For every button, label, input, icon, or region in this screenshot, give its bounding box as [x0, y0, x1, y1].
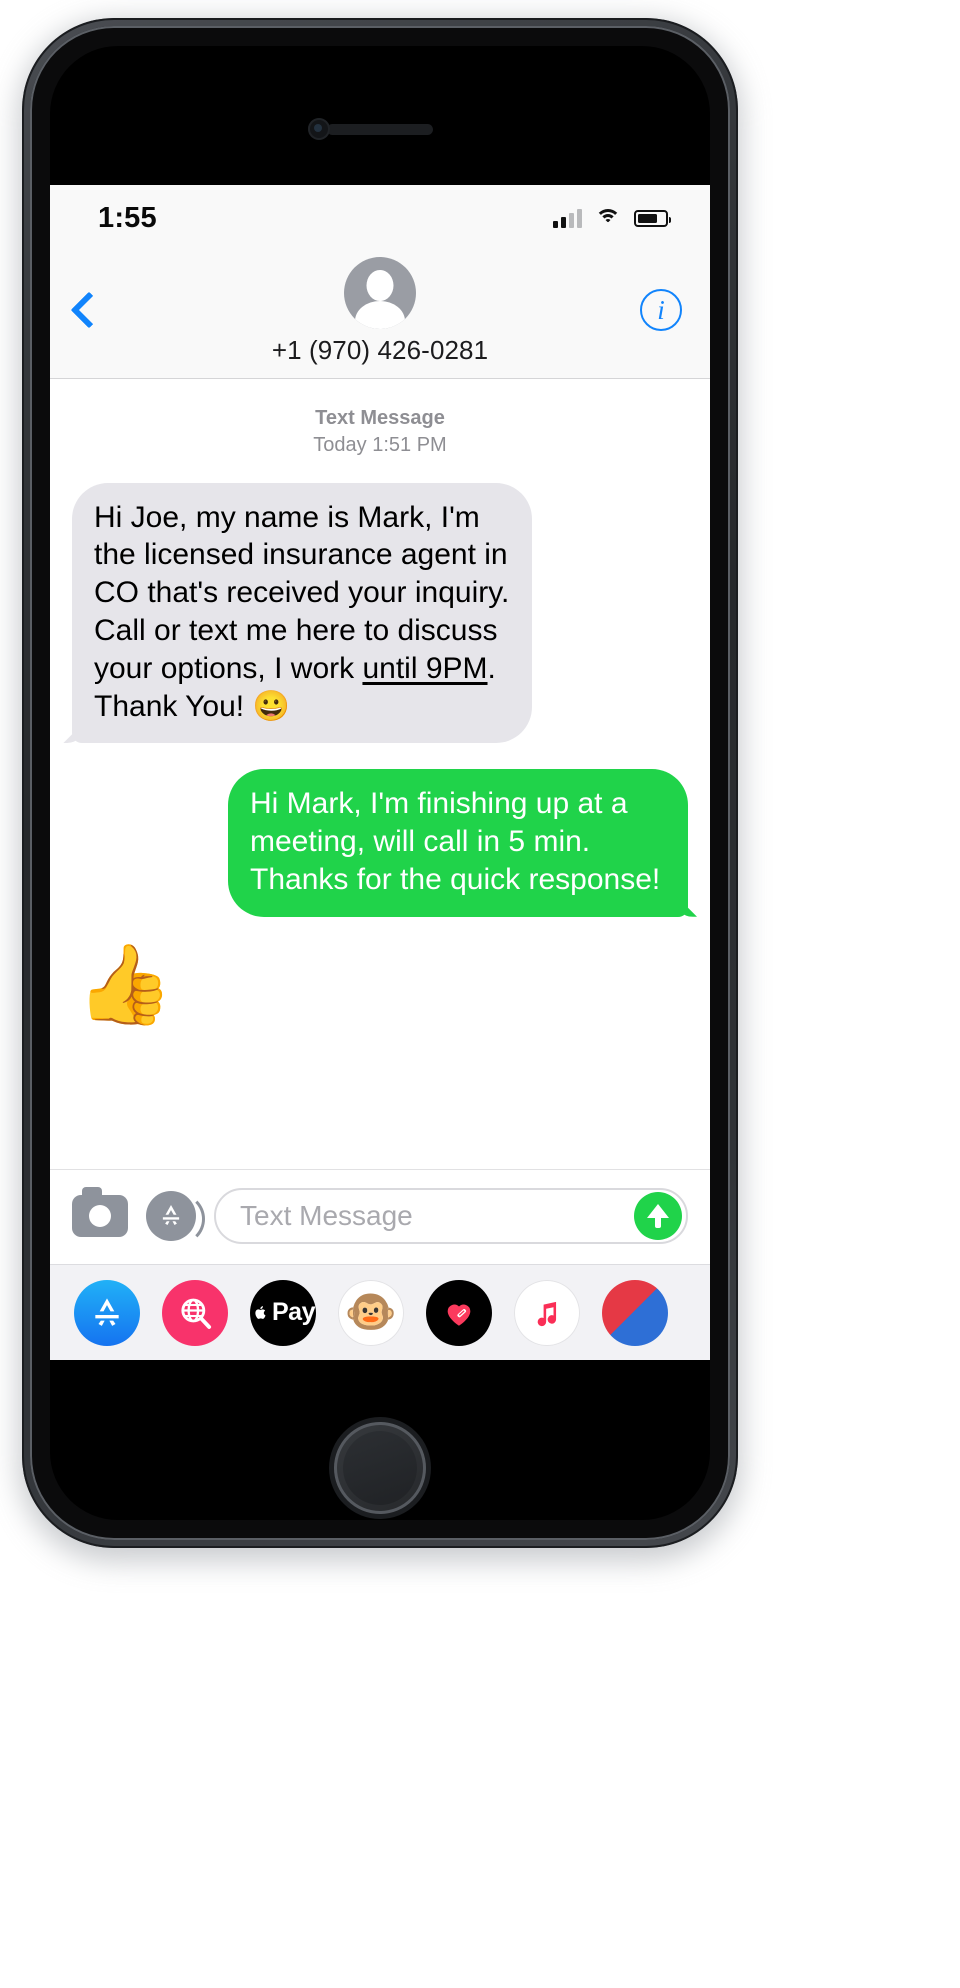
message-input-bar: Text Message: [50, 1169, 710, 1264]
cellular-signal-icon: [553, 208, 582, 228]
send-arrow-icon[interactable]: [634, 1192, 682, 1240]
app-drawer-item-app-store[interactable]: [74, 1279, 140, 1346]
status-indicators: [553, 208, 671, 228]
phone-screen: 1:55 +1 (970) 426-0281 i Text Message To…: [50, 185, 710, 1360]
status-bar: 1:55: [50, 185, 710, 251]
conversation-header: +1 (970) 426-0281 i: [50, 251, 710, 379]
grinning-face-emoji: 😀: [252, 689, 290, 723]
message-list[interactable]: Text Message Today 1:51 PM Hi Joe, my na…: [50, 379, 710, 1169]
imessage-apps-icon[interactable]: [146, 1191, 205, 1245]
conversation-timestamp: Text Message Today 1:51 PM: [72, 405, 688, 459]
contact-phone-number: +1 (970) 426-0281: [271, 335, 489, 365]
contact-header[interactable]: +1 (970) 426-0281: [50, 257, 710, 366]
app-drawer-item-memoji[interactable]: 🐵: [338, 1279, 404, 1346]
earpiece-speaker: [327, 124, 433, 135]
app-drawer-item-apple-music[interactable]: [514, 1279, 580, 1346]
message-bubble-sent[interactable]: Hi Mark, I'm finishing up at a meeting, …: [228, 769, 688, 917]
thumbs-up-emoji[interactable]: 👍: [72, 943, 177, 1025]
info-button[interactable]: i: [640, 289, 682, 331]
camera-icon[interactable]: [72, 1187, 128, 1237]
screenshot-root: 1:55 +1 (970) 426-0281 i Text Message To…: [0, 0, 960, 1988]
app-drawer-item-images[interactable]: [162, 1279, 228, 1346]
battery-icon: [634, 209, 671, 227]
app-drawer-item-apple-pay[interactable]: Pay: [250, 1279, 316, 1346]
app-drawer-item-digital-touch[interactable]: [426, 1279, 492, 1346]
text-message-placeholder: Text Message: [240, 1200, 413, 1231]
message-row: 👍: [72, 943, 688, 1025]
message-bubble-received[interactable]: Hi Joe, my name is Mark, I'm the license…: [72, 482, 532, 744]
message-row: Hi Joe, my name is Mark, I'm the license…: [72, 482, 688, 744]
message-kind-label: Text Message: [315, 407, 445, 429]
home-button[interactable]: [334, 1422, 426, 1514]
app-drawer-item-more[interactable]: [602, 1279, 668, 1346]
text-message-input[interactable]: Text Message: [214, 1188, 688, 1244]
avatar[interactable]: [344, 257, 416, 329]
message-time-label: Today 1:51 PM: [313, 433, 447, 456]
imessage-app-drawer[interactable]: Pay 🐵: [50, 1264, 710, 1360]
message-data-detector-link[interactable]: until 9PM: [362, 652, 487, 685]
front-camera-icon: [308, 118, 330, 140]
apple-pay-label: Pay: [272, 1298, 315, 1326]
message-row: Hi Mark, I'm finishing up at a meeting, …: [72, 769, 688, 917]
status-time: 1:55: [98, 201, 157, 234]
wifi-icon: [595, 208, 621, 228]
